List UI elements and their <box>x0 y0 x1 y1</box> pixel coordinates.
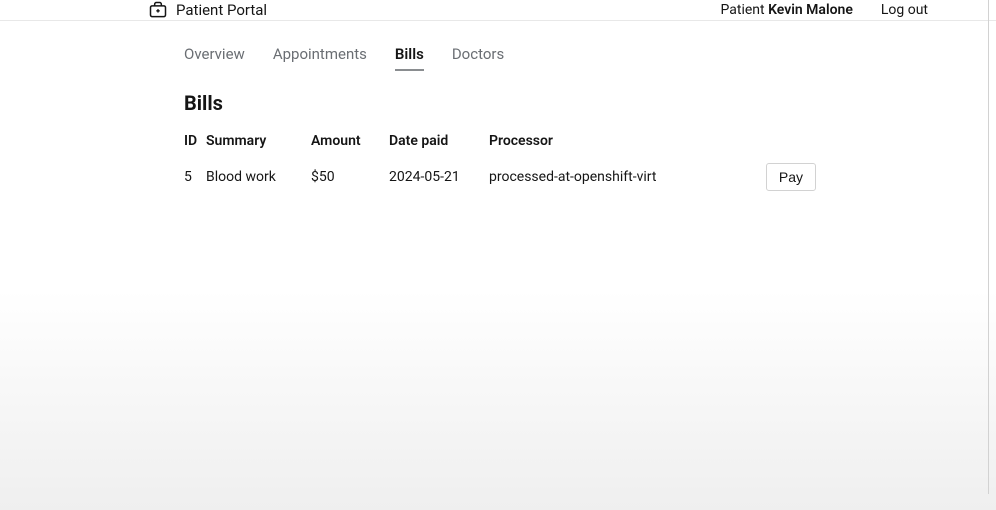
header: Patient Portal Patient Kevin Malone Log … <box>0 0 996 21</box>
table-header: ID Summary Amount Date paid Processor <box>184 133 816 157</box>
medical-briefcase-icon <box>148 0 168 20</box>
logout-link[interactable]: Log out <box>881 2 928 18</box>
col-header-processor: Processor <box>489 133 689 149</box>
logo-area[interactable]: Patient Portal <box>148 0 267 20</box>
bottom-gradient <box>0 290 996 510</box>
cell-action: Pay <box>689 163 816 191</box>
cell-amount: $50 <box>311 169 389 185</box>
col-header-id: ID <box>184 133 206 149</box>
col-header-amount: Amount <box>311 133 389 149</box>
patient-label: Patient Kevin Malone <box>721 2 853 18</box>
tab-doctors[interactable]: Doctors <box>452 45 504 71</box>
tab-overview[interactable]: Overview <box>184 45 245 71</box>
table-row: 5 Blood work $50 2024-05-21 processed-at… <box>184 157 816 197</box>
main-content: Overview Appointments Bills Doctors Bill… <box>184 21 816 197</box>
page-title: Bills <box>184 91 816 115</box>
tab-appointments[interactable]: Appointments <box>273 45 367 71</box>
right-border <box>988 0 989 494</box>
header-right: Patient Kevin Malone Log out <box>721 2 929 18</box>
pay-button[interactable]: Pay <box>766 163 816 191</box>
col-header-summary: Summary <box>206 133 311 149</box>
tabs: Overview Appointments Bills Doctors <box>184 45 816 71</box>
cell-summary: Blood work <box>206 169 311 185</box>
tab-bills[interactable]: Bills <box>395 45 424 71</box>
bills-table: ID Summary Amount Date paid Processor 5 … <box>184 133 816 197</box>
patient-prefix: Patient <box>721 2 769 18</box>
patient-name: Kevin Malone <box>768 2 853 18</box>
col-header-date-paid: Date paid <box>389 133 489 149</box>
cell-id: 5 <box>184 169 206 185</box>
cell-processor: processed-at-openshift-virt <box>489 169 689 185</box>
cell-date-paid: 2024-05-21 <box>389 169 489 185</box>
app-title: Patient Portal <box>176 1 267 19</box>
